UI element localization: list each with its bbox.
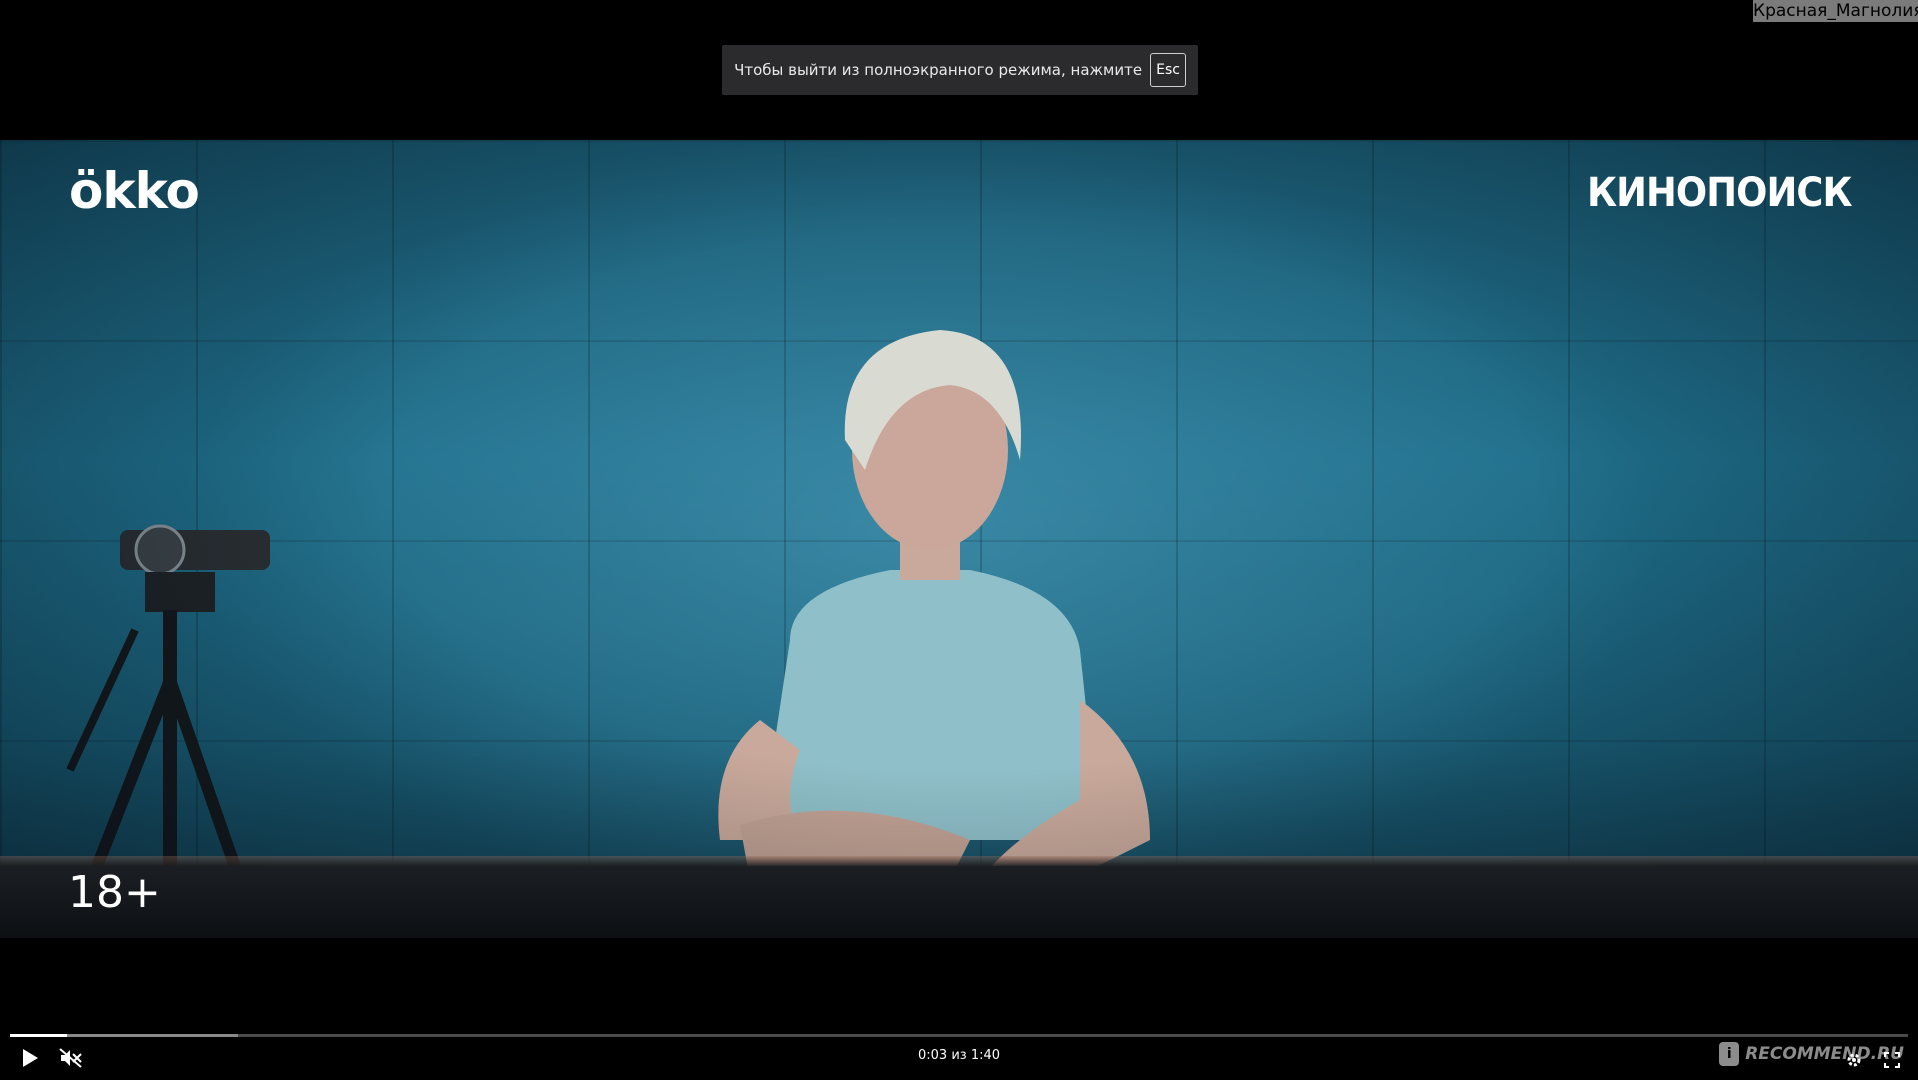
- recommend-watermark-text: RECOMMEND.RU: [1745, 1044, 1904, 1064]
- progress-played: [10, 1034, 67, 1037]
- kinopoisk-logo: КИНОПОИСК: [1587, 170, 1853, 216]
- age-rating-badge: 18+: [68, 867, 161, 918]
- gear-icon[interactable]: [1846, 1052, 1862, 1068]
- table-edge: [0, 856, 1918, 866]
- watermark-username: Красная_Магнолия: [1753, 0, 1918, 22]
- esc-key-badge: Esc: [1150, 53, 1186, 87]
- okko-logo: ökko: [69, 162, 200, 220]
- video-frame[interactable]: ökko КИНОПОИСК 18+: [0, 140, 1918, 938]
- table-surface: [0, 866, 1918, 938]
- time-separator: из: [951, 1048, 967, 1063]
- progress-bar[interactable]: [10, 1034, 1908, 1037]
- fullscreen-icon[interactable]: [1884, 1052, 1900, 1068]
- current-time: 0:03: [917, 1048, 948, 1063]
- vignette-overlay: [0, 140, 1918, 938]
- recommend-badge-icon: i: [1719, 1042, 1740, 1066]
- duration: 1:40: [970, 1048, 1001, 1063]
- toast-message: Чтобы выйти из полноэкранного режима, на…: [734, 61, 1143, 79]
- time-display: 0:03 из 1:40: [0, 1048, 1918, 1063]
- fullscreen-exit-toast: Чтобы выйти из полноэкранного режима, на…: [722, 45, 1198, 95]
- recommend-watermark: i RECOMMEND.RU: [1719, 1042, 1904, 1066]
